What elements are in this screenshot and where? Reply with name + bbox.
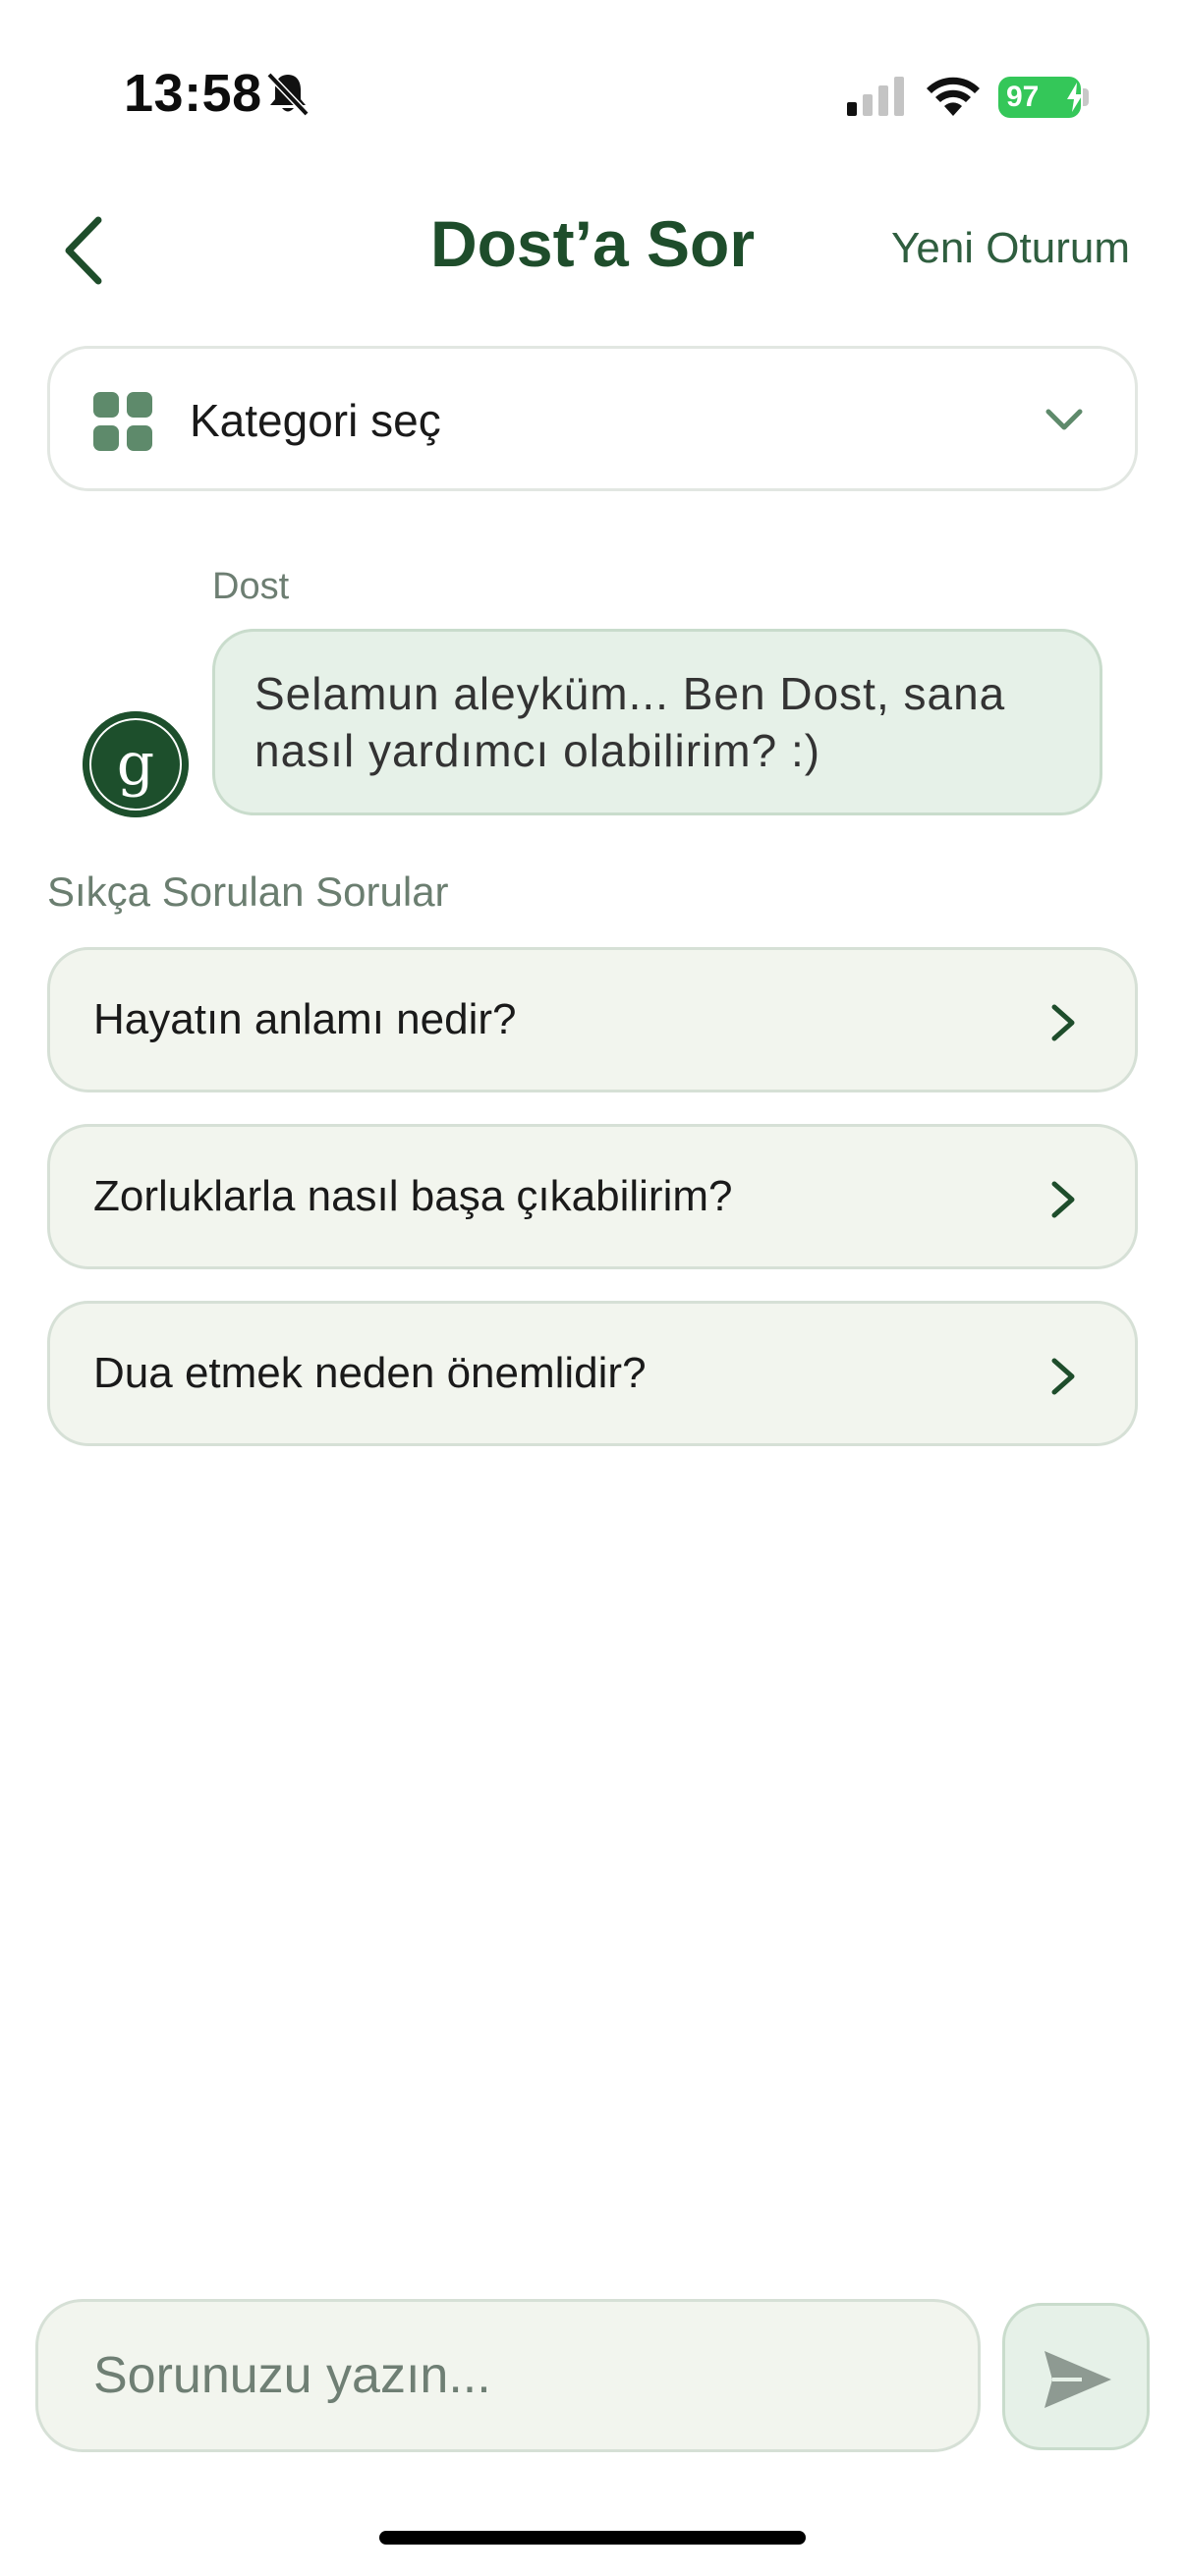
new-session-button[interactable]: Yeni Oturum [891,224,1130,273]
chat-screen: 13:58 97 Dost’a Sor Yeni Oturum Kategori… [0,0,1185,2576]
avatar: g [83,711,189,817]
grid-icon [93,392,152,451]
category-select[interactable]: Kategori seç [47,346,1138,491]
chevron-right-icon [1051,1004,1075,1041]
charging-bolt-icon [1067,83,1083,112]
faq-item-label: Zorluklarla nasıl başa çıkabilirim? [93,1172,733,1220]
faq-item-label: Hayatın anlamı nedir? [93,995,517,1043]
bell-muted-icon [266,72,310,117]
faq-title: Sıkça Sorulan Sorular [47,868,449,915]
battery-indicator: 97 [998,77,1083,118]
signal-icon [847,77,904,116]
faq-item-3[interactable]: Dua etmek neden önemlidir? [47,1301,1138,1446]
status-time: 13:58 [124,64,262,123]
faq-item-1[interactable]: Hayatın anlamı nedir? [47,947,1138,1092]
wifi-icon [927,77,980,116]
faq-item-2[interactable]: Zorluklarla nasıl başa çıkabilirim? [47,1124,1138,1269]
status-bar: 13:58 97 [0,0,1185,187]
chevron-down-icon [1045,409,1083,430]
chevron-right-icon [1051,1358,1075,1395]
svg-text:g: g [117,730,154,799]
chevron-right-icon [1051,1181,1075,1218]
category-label: Kategori seç [190,395,441,446]
battery-tip [1083,88,1089,106]
home-indicator [379,2531,806,2545]
message-input[interactable] [35,2299,981,2452]
send-icon [1044,2351,1111,2408]
send-button[interactable] [1002,2303,1150,2450]
bot-message-bubble: Selamun aleyküm... Ben Dost, sana nasıl … [212,629,1102,815]
faq-item-label: Dua etmek neden önemlidir? [93,1349,647,1397]
sender-name: Dost [212,566,290,607]
battery-level: 97 [1006,81,1040,113]
